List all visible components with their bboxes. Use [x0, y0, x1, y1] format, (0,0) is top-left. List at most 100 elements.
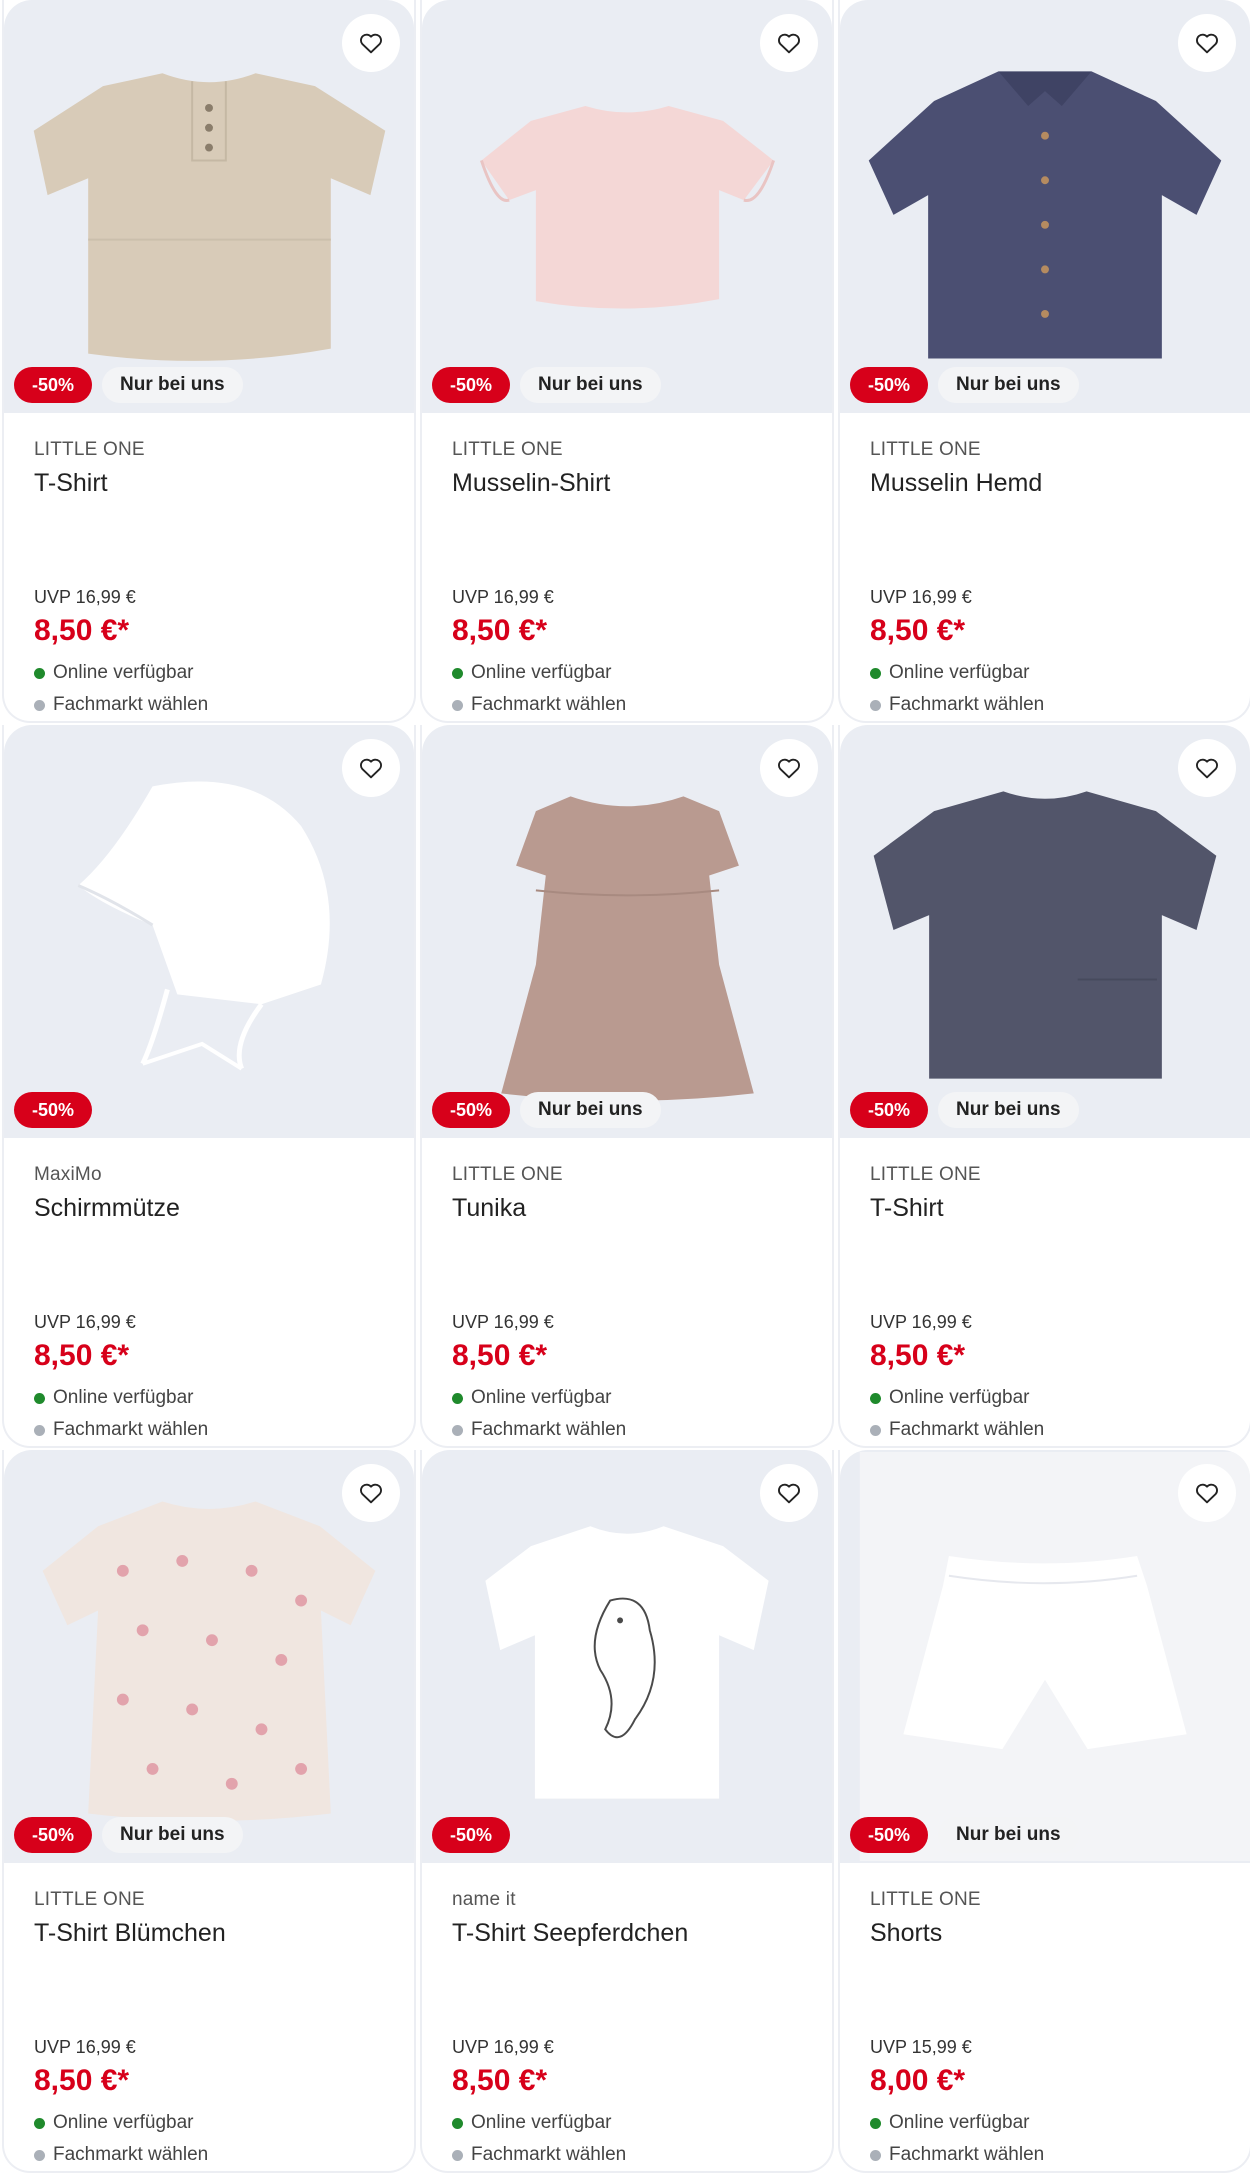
product-price: 8,50 €* — [34, 2064, 130, 2097]
wishlist-button[interactable] — [760, 14, 818, 72]
online-availability-label: Online verfügbar — [53, 662, 194, 683]
store-select-link[interactable]: Fachmarkt wählen — [870, 690, 1220, 720]
product-image-area[interactable]: -50% Nur bei uns — [422, 725, 832, 1138]
store-dot-icon — [34, 1424, 45, 1436]
product-image-area[interactable]: -50% Nur bei uns — [840, 1450, 1250, 1863]
product-image-area[interactable]: -50% — [4, 725, 414, 1138]
product-brand: LITTLE ONE — [34, 439, 145, 460]
store-select-link[interactable]: Fachmarkt wählen — [870, 2140, 1220, 2170]
wishlist-button[interactable] — [760, 1464, 818, 1522]
product-info: LITTLE ONE Musselin Hemd UVP 16,99 € 8,5… — [840, 413, 1250, 720]
badges: -50% Nur bei uns — [850, 1092, 1079, 1128]
product-card[interactable]: -50% name it T-Shirt Seepferdchen UVP 16… — [420, 1450, 834, 2173]
product-name[interactable]: Schirmmütze — [34, 1194, 384, 1290]
store-select-link[interactable]: Fachmarkt wählen — [452, 690, 802, 720]
available-dot-icon — [34, 1392, 45, 1404]
store-select-link[interactable]: Fachmarkt wählen — [34, 1415, 384, 1445]
wishlist-button[interactable] — [1178, 14, 1236, 72]
product-info: LITTLE ONE Musselin-Shirt UVP 16,99 € 8,… — [422, 413, 832, 720]
product-name[interactable]: Shorts — [870, 1919, 1220, 2015]
heart-icon — [360, 33, 382, 54]
product-image-area[interactable]: -50% Nur bei uns — [4, 1450, 414, 1863]
badges: -50% Nur bei uns — [14, 1817, 243, 1853]
product-uvp: UVP 16,99 € — [452, 1312, 554, 1332]
product-info: LITTLE ONE T-Shirt Blümchen UVP 16,99 € … — [4, 1863, 414, 2170]
discount-badge: -50% — [432, 1092, 511, 1128]
product-name[interactable]: T-Shirt — [870, 1194, 1220, 1290]
product-name[interactable]: Musselin-Shirt — [452, 469, 802, 565]
available-dot-icon — [34, 667, 45, 679]
store-dot-icon — [452, 2149, 463, 2161]
product-name[interactable]: Musselin Hemd — [870, 469, 1220, 565]
exclusive-badge: Nur bei uns — [520, 1092, 661, 1128]
store-select-link[interactable]: Fachmarkt wählen — [452, 1415, 802, 1445]
online-availability: Online verfügbar — [452, 2108, 802, 2138]
product-image-area[interactable]: -50% Nur bei uns — [4, 0, 414, 413]
online-availability-label: Online verfügbar — [889, 1387, 1030, 1408]
badges: -50% Nur bei uns — [850, 1817, 1079, 1853]
online-availability: Online verfügbar — [870, 1383, 1220, 1413]
product-name[interactable]: T-Shirt Seepferdchen — [452, 1919, 802, 2015]
product-card[interactable]: -50% Nur bei uns LITTLE ONE T-Shirt Blüm… — [2, 1450, 416, 2173]
badges: -50% Nur bei uns — [432, 1092, 661, 1128]
product-card[interactable]: -50% Nur bei uns LITTLE ONE Musselin Hem… — [838, 0, 1250, 723]
store-select-label: Fachmarkt wählen — [53, 694, 209, 715]
wishlist-button[interactable] — [342, 14, 400, 72]
product-price: 8,50 €* — [452, 1339, 548, 1372]
product-card[interactable]: -50% Nur bei uns LITTLE ONE Shorts UVP 1… — [838, 1450, 1250, 2173]
product-card[interactable]: -50% Nur bei uns LITTLE ONE T-Shirt UVP … — [838, 725, 1250, 1448]
badges: -50% Nur bei uns — [850, 367, 1079, 403]
product-card[interactable]: -50% MaxiMo Schirmmütze UVP 16,99 € 8,50… — [2, 725, 416, 1448]
online-availability: Online verfügbar — [870, 2108, 1220, 2138]
badges: -50% Nur bei uns — [14, 367, 243, 403]
store-select-link[interactable]: Fachmarkt wählen — [34, 2140, 384, 2170]
heart-icon — [778, 1483, 800, 1504]
product-info: MaxiMo Schirmmütze UVP 16,99 € 8,50 €* O… — [4, 1138, 414, 1445]
product-price: 8,50 €* — [870, 1339, 966, 1372]
product-image-area[interactable]: -50% Nur bei uns — [840, 725, 1250, 1138]
wishlist-button[interactable] — [342, 739, 400, 797]
product-card[interactable]: -50% Nur bei uns LITTLE ONE Tunika UVP 1… — [420, 725, 834, 1448]
exclusive-badge: Nur bei uns — [938, 1817, 1079, 1853]
store-select-link[interactable]: Fachmarkt wählen — [452, 2140, 802, 2170]
heart-icon — [778, 33, 800, 54]
product-name[interactable]: Tunika — [452, 1194, 802, 1290]
product-brand: LITTLE ONE — [870, 1164, 981, 1185]
store-dot-icon — [34, 2149, 45, 2161]
product-card[interactable]: -50% Nur bei uns LITTLE ONE Musselin-Shi… — [420, 0, 834, 723]
product-name[interactable]: T-Shirt — [34, 469, 384, 565]
store-dot-icon — [870, 2149, 881, 2161]
available-dot-icon — [452, 2117, 463, 2129]
product-name[interactable]: T-Shirt Blümchen — [34, 1919, 384, 2015]
product-uvp: UVP 16,99 € — [870, 1312, 972, 1332]
product-price: 8,50 €* — [34, 1339, 130, 1372]
product-image-area[interactable]: -50% — [422, 1450, 832, 1863]
product-image-area[interactable]: -50% Nur bei uns — [422, 0, 832, 413]
online-availability-label: Online verfügbar — [889, 662, 1030, 683]
badges: -50% — [432, 1817, 511, 1853]
heart-icon — [360, 758, 382, 779]
product-uvp: UVP 16,99 € — [34, 2037, 136, 2057]
wishlist-button[interactable] — [1178, 739, 1236, 797]
wishlist-button[interactable] — [760, 739, 818, 797]
product-image-area[interactable]: -50% Nur bei uns — [840, 0, 1250, 413]
discount-badge: -50% — [850, 1092, 929, 1128]
product-card[interactable]: -50% Nur bei uns LITTLE ONE T-Shirt UVP … — [2, 0, 416, 723]
online-availability-label: Online verfügbar — [471, 2112, 612, 2133]
exclusive-badge: Nur bei uns — [102, 367, 243, 403]
wishlist-button[interactable] — [1178, 1464, 1236, 1522]
badges: -50% Nur bei uns — [432, 367, 661, 403]
wishlist-button[interactable] — [342, 1464, 400, 1522]
heart-icon — [1196, 758, 1218, 779]
product-brand: LITTLE ONE — [452, 1164, 563, 1185]
product-price: 8,50 €* — [870, 614, 966, 647]
product-uvp: UVP 16,99 € — [34, 587, 136, 607]
store-select-link[interactable]: Fachmarkt wählen — [870, 1415, 1220, 1445]
store-select-label: Fachmarkt wählen — [53, 2144, 209, 2165]
available-dot-icon — [34, 2117, 45, 2129]
product-price: 8,50 €* — [34, 614, 130, 647]
store-dot-icon — [870, 699, 881, 711]
product-info: name it T-Shirt Seepferdchen UVP 16,99 €… — [422, 1863, 832, 2170]
store-select-link[interactable]: Fachmarkt wählen — [34, 690, 384, 720]
discount-badge: -50% — [850, 1817, 929, 1853]
